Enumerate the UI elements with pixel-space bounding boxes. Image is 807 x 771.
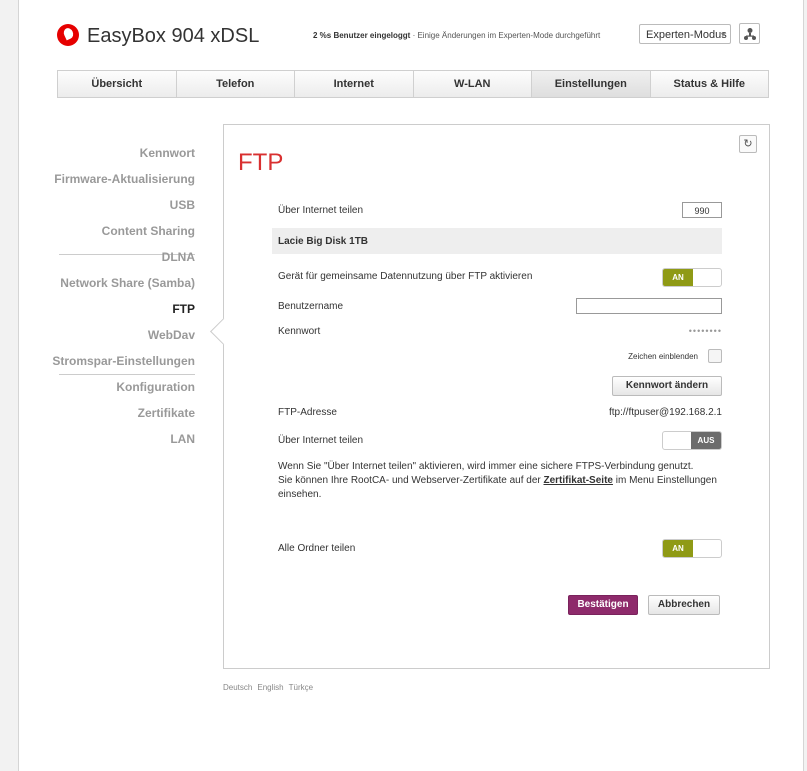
lang-deutsch[interactable]: Deutsch <box>223 683 252 692</box>
sidebar-item-kennwort[interactable]: Kennwort <box>19 140 197 166</box>
page-title: FTP <box>238 149 284 176</box>
ftp-address-row: FTP-Adresse ftp://ftpuser@192.168.2.1 <box>278 407 722 418</box>
vodafone-logo-icon <box>57 24 79 46</box>
all-folders-label: Alle Ordner teilen <box>278 543 356 554</box>
change-password-button[interactable]: Kennwort ändern <box>612 376 722 396</box>
disk-name: Lacie Big Disk 1TB <box>278 236 369 247</box>
active-pointer <box>210 318 237 345</box>
toggle-on-label: AN <box>663 269 693 286</box>
sidebar-item-lan[interactable]: LAN <box>19 426 197 452</box>
tab-internet[interactable]: Internet <box>295 71 414 97</box>
sidebar-item-samba[interactable]: Network Share (Samba) <box>19 270 197 296</box>
port-label: Über Internet teilen <box>278 205 364 216</box>
info-line-1: Wenn Sie "Über Internet teilen" aktivier… <box>278 461 694 472</box>
internet-share-label: Über Internet teilen <box>278 435 364 446</box>
port-row: Über Internet teilen <box>278 205 722 216</box>
password-label: Kennwort <box>278 326 321 337</box>
tab-telefon[interactable]: Telefon <box>177 71 295 97</box>
language-selector: Deutsch English Türkçe <box>223 683 318 692</box>
sidebar-item-usb[interactable]: USB <box>19 192 197 218</box>
certificate-link[interactable]: Zertifikat-Seite <box>544 475 613 486</box>
content-panel: ↻ FTP Über Internet teilen 990 Lacie Big… <box>210 124 770 669</box>
tab-uebersicht[interactable]: Übersicht <box>58 71 177 97</box>
refresh-icon[interactable]: ↻ <box>739 135 757 153</box>
all-folders-row: Alle Ordner teilen <box>278 543 722 554</box>
chevron-down-icon: ▾ <box>720 30 725 39</box>
tab-status-hilfe[interactable]: Status & Hilfe <box>651 71 769 97</box>
confirm-button[interactable]: Bestätigen <box>568 595 638 615</box>
ftp-address-value: ftp://ftpuser@192.168.2.1 <box>608 407 722 418</box>
ftp-enable-row: Gerät für gemeinsame Datennutzung über F… <box>278 271 722 282</box>
cancel-button[interactable]: Abbrechen <box>648 595 720 615</box>
sidebar: Kennwort Firmware-Aktualisierung USB Con… <box>19 140 197 452</box>
show-chars-label: Zeichen einblenden <box>628 352 698 361</box>
password-row: Kennwort •••••••• <box>278 326 722 337</box>
port-input[interactable]: 990 <box>682 202 722 218</box>
lang-tuerkce[interactable]: Türkçe <box>289 683 313 692</box>
username-input[interactable] <box>576 298 722 314</box>
brand-title: EasyBox 904 xDSL <box>87 25 260 47</box>
status-message: · Einige Änderungen im Experten-Mode dur… <box>410 31 601 40</box>
ftp-enable-toggle[interactable]: AN <box>662 268 722 287</box>
sidebar-item-zertifikate[interactable]: Zertifikate <box>19 400 197 426</box>
username-label: Benutzername <box>278 301 344 312</box>
sidebar-item-content-sharing[interactable]: Content Sharing <box>19 218 197 244</box>
user-button[interactable] <box>739 23 760 44</box>
users-icon <box>744 28 756 40</box>
logged-in-users: 2 %s Benutzer eingeloggt <box>313 31 411 40</box>
ftp-enable-label: Gerät für gemeinsame Datennutzung über F… <box>278 271 533 282</box>
sidebar-item-firmware[interactable]: Firmware-Aktualisierung <box>19 166 197 192</box>
mode-select-value: Experten-Modus <box>646 29 727 41</box>
login-status: 2 %s Benutzer eingeloggt · Einige Änderu… <box>313 31 600 40</box>
tab-wlan[interactable]: W-LAN <box>414 71 532 97</box>
show-chars-checkbox[interactable] <box>708 349 722 363</box>
password-value[interactable]: •••••••• <box>689 326 722 336</box>
lang-english[interactable]: English <box>257 683 283 692</box>
sidebar-item-stromspar[interactable]: Stromspar-Einstellungen <box>19 348 197 374</box>
info-line-2: Sie können Ihre RootCA- und Webserver-Ze… <box>278 474 718 502</box>
page: EasyBox 904 xDSL 2 %s Benutzer eingelogg… <box>18 0 804 771</box>
toggle-off-label: AUS <box>691 432 721 449</box>
tab-einstellungen[interactable]: Einstellungen <box>532 71 651 97</box>
info-line-2a: Sie können Ihre RootCA- und Webserver-Ze… <box>278 475 544 486</box>
sidebar-item-ftp[interactable]: FTP <box>19 296 197 322</box>
sidebar-item-dlna[interactable]: DLNA <box>19 244 197 270</box>
main-nav: Übersicht Telefon Internet W-LAN Einstel… <box>57 70 769 98</box>
internet-share-row: Über Internet teilen <box>278 435 722 446</box>
mode-select[interactable]: Experten-Modus ▾ <box>639 24 731 44</box>
info-text: Wenn Sie "Über Internet teilen" aktivier… <box>278 460 718 502</box>
sidebar-item-konfiguration[interactable]: Konfiguration <box>19 374 197 400</box>
toggle-on-label: AN <box>663 540 693 557</box>
sidebar-item-webdav[interactable]: WebDav <box>19 322 197 348</box>
ftp-address-label: FTP-Adresse <box>278 407 337 418</box>
all-folders-toggle[interactable]: AN <box>662 539 722 558</box>
header: EasyBox 904 xDSL 2 %s Benutzer eingelogg… <box>19 0 803 70</box>
internet-share-toggle[interactable]: AUS <box>662 431 722 450</box>
disk-section: Lacie Big Disk 1TB <box>272 228 722 254</box>
